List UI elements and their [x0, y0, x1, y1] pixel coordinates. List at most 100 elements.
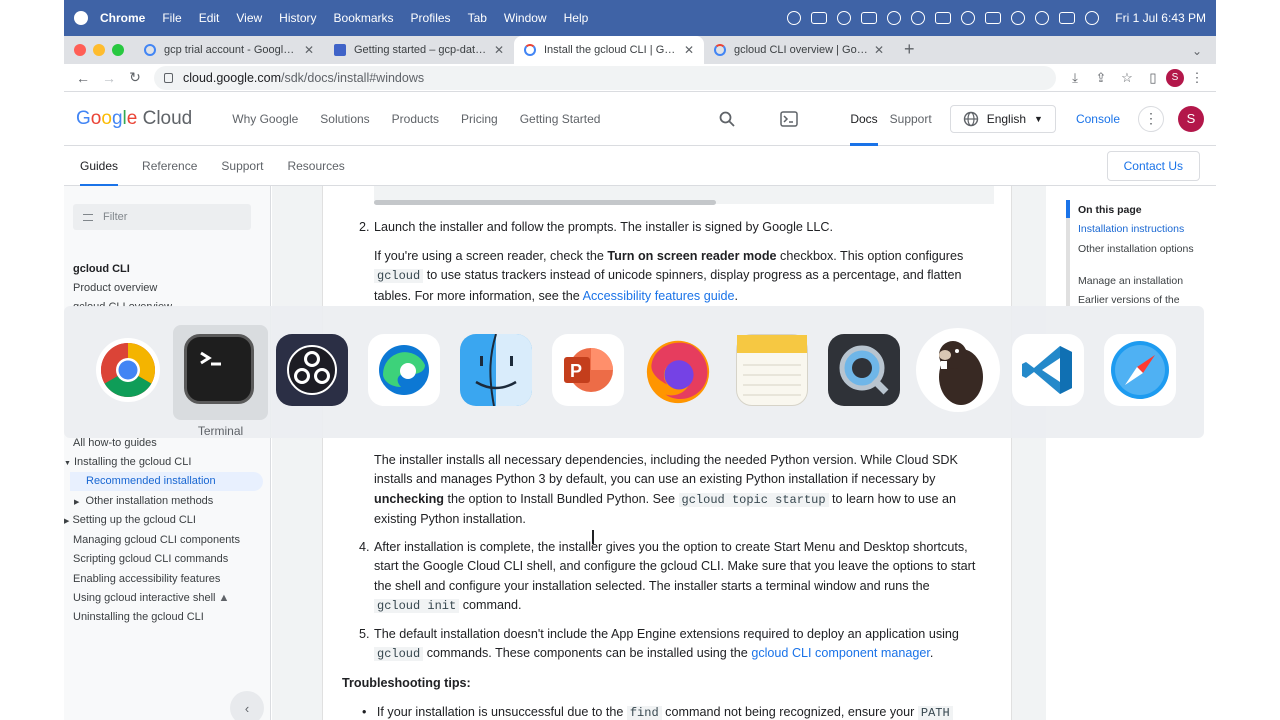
sidebar-section-title[interactable]: gcloud CLI [73, 263, 130, 275]
sidebar-item-accessibility[interactable]: Enabling accessibility features [73, 573, 220, 585]
zoom-window-button[interactable] [112, 44, 124, 56]
minimize-window-button[interactable] [93, 44, 105, 56]
vscode-icon[interactable] [1012, 334, 1084, 406]
component-manager-link[interactable]: gcloud CLI component manager [751, 646, 930, 660]
menu-file[interactable]: File [162, 11, 181, 25]
sidebar-filter-input[interactable]: Filter [73, 204, 251, 230]
sidebar-item-scripting[interactable]: Scripting gcloud CLI commands [73, 553, 228, 565]
tab-gcp-trial[interactable]: gcp trial account - Google Sea ✕ [134, 36, 324, 64]
forward-arrow-icon[interactable]: → [96, 70, 122, 86]
apple-icon[interactable] [74, 11, 88, 25]
keyboard-icon[interactable] [935, 12, 952, 24]
url-bar[interactable]: cloud.google.com/sdk/docs/install#window… [154, 65, 1056, 90]
close-tab-icon[interactable]: ✕ [684, 43, 694, 57]
install-app-icon[interactable]: ⤓ [1062, 70, 1088, 86]
subnav-reference[interactable]: Reference [142, 146, 197, 186]
sidebar-item-uninstalling[interactable]: Uninstalling the gcloud CLI [73, 611, 204, 623]
edge-icon[interactable] [368, 334, 440, 406]
sidebar-item-product-overview[interactable]: Product overview [73, 282, 157, 294]
toc-item-earlier[interactable]: Earlier versions of the [1078, 294, 1208, 305]
console-link[interactable]: Console [1076, 112, 1120, 126]
firefox-icon[interactable] [642, 334, 714, 406]
menu-window[interactable]: Window [504, 11, 547, 25]
menubar-clock[interactable]: Fri 1 Jul 6:43 PM [1115, 11, 1206, 25]
incognito-icon[interactable] [887, 11, 902, 25]
close-tab-icon[interactable]: ✕ [304, 43, 314, 57]
quicktime-icon[interactable] [828, 334, 900, 406]
sidebar-item-setting-up[interactable]: ▶ Setting up the gcloud CLI [64, 514, 196, 526]
account-avatar[interactable]: S [1178, 105, 1204, 132]
nav-pricing[interactable]: Pricing [461, 112, 498, 126]
tab-install-gcloud[interactable]: Install the gcloud CLI | Googl ✕ [514, 36, 704, 64]
close-tab-icon[interactable]: ✕ [874, 43, 884, 57]
lock-icon[interactable] [164, 72, 173, 83]
side-panel-icon[interactable]: ▯ [1140, 70, 1166, 86]
nav-docs[interactable]: Docs [850, 92, 879, 146]
menu-view[interactable]: View [236, 11, 262, 25]
toc-item-other-options[interactable]: Other installation options [1078, 243, 1208, 256]
status-app-icon[interactable] [787, 11, 802, 25]
shield-status-icon[interactable] [861, 12, 878, 24]
menu-edit[interactable]: Edit [199, 11, 220, 25]
play-icon[interactable] [911, 11, 926, 25]
close-tab-icon[interactable]: ✕ [494, 43, 504, 57]
gear-status-icon[interactable] [837, 11, 852, 25]
menu-bookmarks[interactable]: Bookmarks [334, 11, 394, 25]
close-window-button[interactable] [74, 44, 86, 56]
spotlight-icon[interactable] [1035, 11, 1050, 25]
subnav-guides[interactable]: Guides [80, 146, 119, 186]
tab-gcloud-overview[interactable]: gcloud CLI overview | Google ✕ [704, 36, 894, 64]
menu-history[interactable]: History [279, 11, 316, 25]
sidebar-item-installing[interactable]: ▼ Installing the gcloud CLI [64, 456, 191, 468]
sidebar-item-recommended[interactable]: Recommended installation [70, 472, 263, 491]
wifi-icon[interactable] [1011, 11, 1026, 25]
sidebar-item-all-guides[interactable]: All how-to guides [73, 437, 157, 449]
toc-item-manage[interactable]: Manage an installation [1078, 275, 1208, 288]
share-icon[interactable]: ⇪ [1088, 70, 1114, 86]
subnav-support[interactable]: Support [221, 146, 263, 186]
bookmark-star-icon[interactable]: ☆ [1114, 70, 1140, 86]
reload-icon[interactable]: ↻ [122, 69, 148, 86]
subnav-resources[interactable]: Resources [287, 146, 344, 186]
finder-icon[interactable] [460, 334, 532, 406]
nav-solutions[interactable]: Solutions [320, 112, 369, 126]
menu-help[interactable]: Help [564, 11, 589, 25]
chrome-icon[interactable] [92, 334, 164, 406]
cloud-icon[interactable] [811, 12, 828, 24]
sidebar-item-interactive-shell[interactable]: Using gcloud interactive shell ▲ [73, 592, 229, 604]
obs-icon[interactable] [276, 334, 348, 406]
powerpoint-icon[interactable]: P [552, 334, 624, 406]
nav-getting-started[interactable]: Getting Started [520, 112, 601, 126]
control-center-icon[interactable] [1059, 12, 1076, 24]
collapse-sidebar-button[interactable]: ‹ [230, 691, 264, 720]
accessibility-guide-link[interactable]: Accessibility features guide [583, 289, 735, 303]
profile-avatar[interactable]: S [1166, 68, 1184, 87]
dbeaver-icon[interactable] [916, 328, 1000, 412]
menu-app-name[interactable]: Chrome [100, 11, 145, 25]
new-tab-button[interactable]: + [894, 39, 925, 64]
nav-why-google[interactable]: Why Google [232, 112, 298, 126]
sidebar-item-other-methods[interactable]: ▶ Other installation methods [74, 495, 213, 507]
nav-support[interactable]: Support [890, 112, 932, 126]
safari-icon[interactable] [1104, 334, 1176, 406]
contact-us-button[interactable]: Contact Us [1106, 150, 1200, 181]
language-selector[interactable]: English ▼ [949, 104, 1056, 133]
more-options-icon[interactable]: ⋮ [1138, 105, 1164, 132]
siri-icon[interactable] [1085, 11, 1100, 25]
google-cloud-logo[interactable]: Google Cloud [76, 108, 192, 130]
cloud-shell-terminal-icon[interactable] [780, 110, 799, 128]
tab-search-chevron-icon[interactable]: ⌄ [1178, 44, 1216, 64]
toc-item-installation[interactable]: Installation instructions [1078, 223, 1208, 236]
terminal-icon[interactable] [184, 334, 254, 404]
sidebar-item-managing[interactable]: Managing gcloud CLI components [73, 534, 240, 546]
back-arrow-icon[interactable]: ← [70, 70, 96, 86]
menu-tab[interactable]: Tab [468, 11, 487, 25]
bluetooth-icon[interactable] [961, 11, 976, 25]
nav-products[interactable]: Products [392, 112, 439, 126]
code-scrollbar[interactable] [374, 200, 716, 205]
notes-icon[interactable] [736, 334, 808, 406]
menu-profiles[interactable]: Profiles [411, 11, 451, 25]
chrome-menu-icon[interactable]: ⋮ [1184, 70, 1210, 86]
battery-icon[interactable] [985, 12, 1002, 24]
tab-getting-started[interactable]: Getting started – gcp-data-pro ✕ [324, 36, 514, 64]
